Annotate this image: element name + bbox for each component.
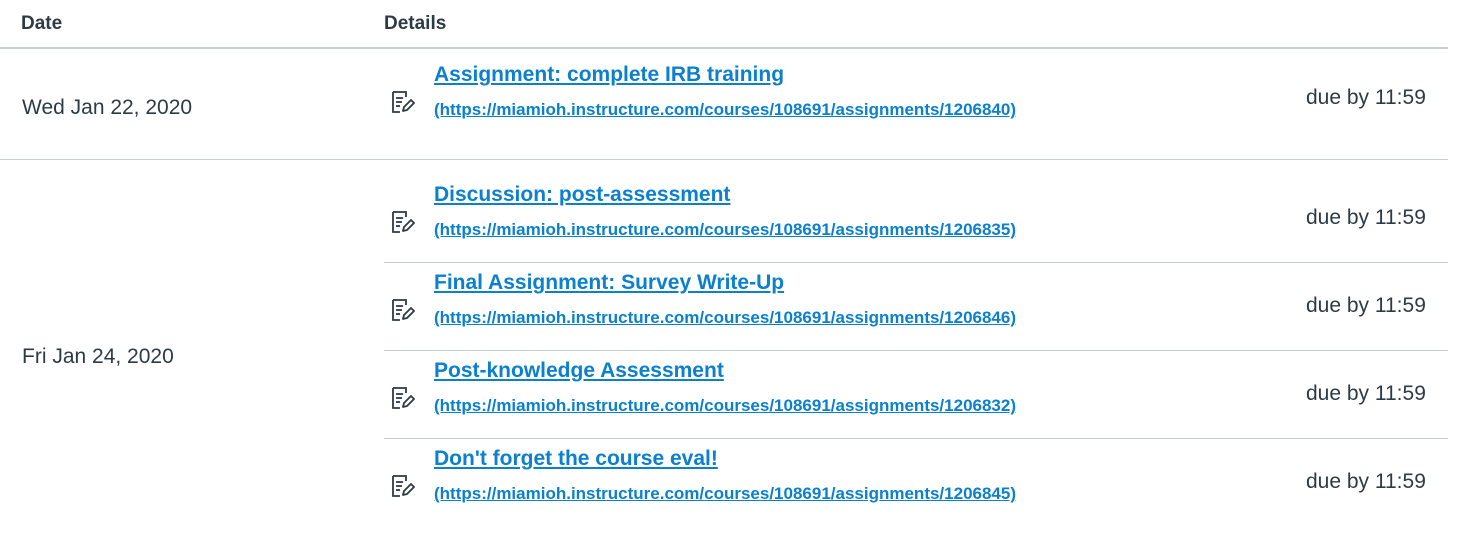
assignment-url-link[interactable]: (https://miamioh.instructure.com/courses… <box>434 220 1016 240</box>
assignment-title-link[interactable]: Final Assignment: Survey Write-Up <box>434 271 784 295</box>
assignment-row: Don't forget the course eval! (https://m… <box>384 446 1448 526</box>
date-cell: Fri Jan 24, 2020 <box>22 345 174 368</box>
syllabus-summary: Date Details Wed Jan 22, 2020 Assignment… <box>0 0 1471 549</box>
assignment-icon <box>392 387 415 409</box>
date-group: Wed Jan 22, 2020 Assignment: complete IR… <box>0 49 1448 160</box>
assignment-url-link[interactable]: (https://miamioh.instructure.com/courses… <box>434 308 1016 328</box>
assignment-row: Discussion: post-assessment (https://mia… <box>384 182 1448 263</box>
assignment-icon <box>392 299 415 321</box>
details-column-header: Details <box>384 13 447 34</box>
assignment-url-link[interactable]: (https://miamioh.instructure.com/courses… <box>434 396 1016 416</box>
date-group: Fri Jan 24, 2020 Discussion: post-assess… <box>0 160 1448 549</box>
due-time: due by 11:59 <box>1306 382 1426 405</box>
due-time: due by 11:59 <box>1306 294 1426 317</box>
assignment-icon <box>392 475 415 497</box>
assignment-row: Post-knowledge Assessment (https://miami… <box>384 358 1448 439</box>
assignment-row: Final Assignment: Survey Write-Up (https… <box>384 270 1448 351</box>
assignment-title-link[interactable]: Don't forget the course eval! <box>434 447 718 471</box>
assignment-title-link[interactable]: Assignment: complete IRB training <box>434 63 784 87</box>
assignment-url-link[interactable]: (https://miamioh.instructure.com/courses… <box>434 484 1016 504</box>
due-time: due by 11:59 <box>1306 206 1426 229</box>
assignment-row: Assignment: complete IRB training (https… <box>384 62 1448 142</box>
assignment-icon <box>392 211 415 233</box>
due-time: due by 11:59 <box>1306 86 1426 109</box>
date-cell: Wed Jan 22, 2020 <box>22 96 193 119</box>
date-column-header: Date <box>21 13 63 34</box>
assignment-url-link[interactable]: (https://miamioh.instructure.com/courses… <box>434 100 1016 120</box>
due-time: due by 11:59 <box>1306 470 1426 493</box>
assignment-title-link[interactable]: Discussion: post-assessment <box>434 183 730 207</box>
assignment-title-link[interactable]: Post-knowledge Assessment <box>434 359 724 383</box>
assignment-icon <box>392 91 415 113</box>
table-header: Date Details <box>0 0 1448 49</box>
